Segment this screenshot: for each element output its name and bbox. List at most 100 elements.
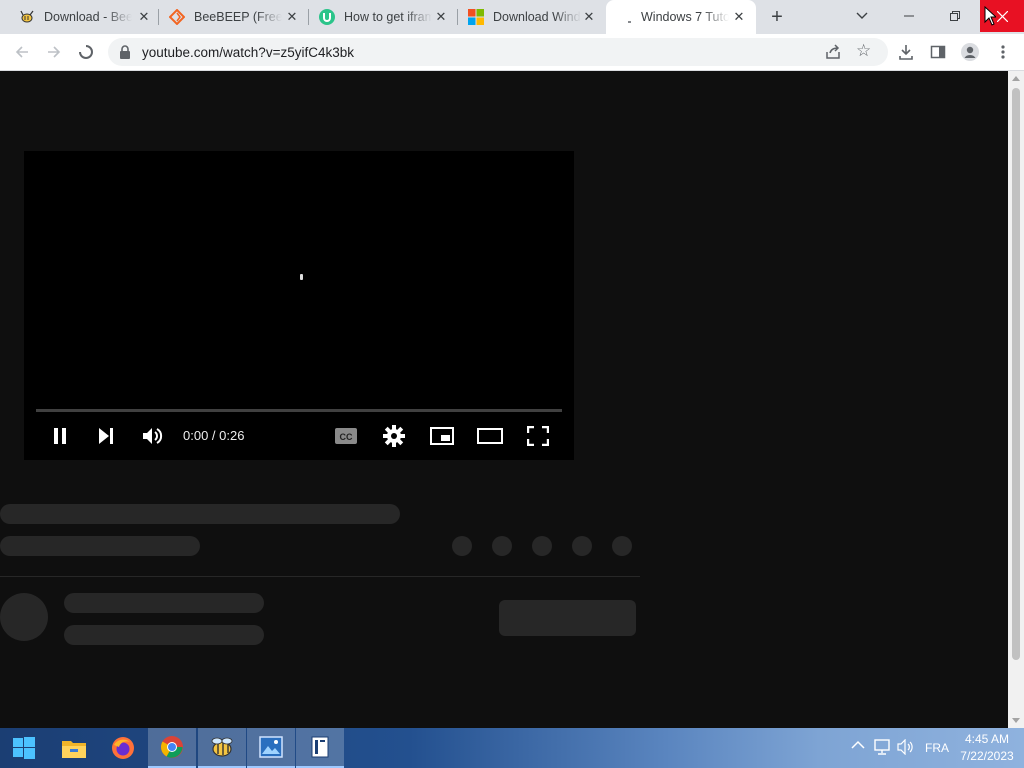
stop-loading-button[interactable] — [76, 42, 96, 62]
subtitles-button[interactable]: CC — [332, 423, 360, 449]
volume-icon — [143, 428, 163, 444]
settings-gear-icon — [383, 425, 405, 447]
tab-search-button[interactable] — [840, 0, 884, 32]
restore-button[interactable] — [933, 0, 977, 32]
file-explorer-icon — [62, 741, 86, 758]
page-content: 0:00 / 0:26 CC — [0, 71, 1008, 728]
clock-time[interactable]: 4:45 AM — [955, 732, 1019, 746]
network-tray-icon[interactable] — [873, 739, 891, 758]
divider — [0, 576, 640, 577]
next-icon — [99, 428, 113, 444]
minimize-button[interactable] — [887, 0, 931, 32]
app-window-icon — [311, 736, 329, 758]
u-favicon-icon — [319, 9, 335, 25]
scrollbar[interactable] — [1008, 71, 1024, 728]
scrollbar-thumb[interactable] — [1012, 88, 1020, 660]
input-language[interactable]: FRA — [922, 741, 952, 755]
close-tab-icon[interactable]: ✕ — [433, 9, 449, 25]
title-skeleton — [0, 504, 400, 524]
beebeep-app-icon — [211, 737, 233, 757]
tab-title: Download - BeeBEEP — [44, 10, 132, 24]
subscribe-skeleton — [499, 600, 636, 636]
close-tab-icon[interactable]: ✕ — [731, 9, 747, 25]
share-icon[interactable] — [824, 43, 842, 61]
channel-name-skeleton — [64, 593, 264, 613]
scroll-up-arrow-icon[interactable] — [1012, 76, 1020, 81]
meta-skeleton — [0, 536, 200, 556]
action-skeleton — [572, 536, 592, 556]
scroll-down-arrow-icon[interactable] — [1012, 718, 1020, 723]
side-panel-button[interactable] — [928, 42, 948, 62]
miniplayer-button[interactable] — [428, 423, 456, 449]
tab-title: BeeBEEP (Free Office — [194, 10, 282, 24]
taskbar-chrome[interactable] — [148, 728, 196, 768]
tab-how-to-get-iframe[interactable]: How to get iframe ✕ — [300, 0, 458, 34]
network-icon — [874, 739, 890, 755]
tab-title: Windows 7 Tutorial — [641, 10, 729, 24]
image-viewer-icon — [259, 736, 283, 758]
action-skeleton — [492, 536, 512, 556]
speaker-icon — [897, 738, 913, 756]
subscribers-skeleton — [64, 625, 264, 645]
lock-icon — [120, 45, 130, 59]
forward-button[interactable] — [44, 42, 64, 62]
back-arrow-icon — [15, 46, 28, 58]
browser-toolbar: youtube.com/watch?v=z5yifC4k3bk ☆ — [0, 34, 1024, 71]
loading-indicator — [300, 274, 303, 280]
chevron-up-icon — [851, 740, 865, 749]
side-panel-icon — [930, 45, 946, 59]
fullscreen-button[interactable] — [524, 423, 552, 449]
bookmark-star-icon[interactable]: ☆ — [856, 41, 871, 61]
channel-avatar-skeleton — [0, 593, 48, 641]
loading-spinner-icon — [79, 45, 93, 59]
tab-strip: Download - BeeBEEP ✕ BeeBEEP (Free Offic… — [0, 0, 1024, 34]
chrome-icon — [161, 736, 183, 758]
taskbar-beebeep[interactable] — [198, 728, 246, 768]
tab-windows-7-tutorial[interactable]: Windows 7 Tutorial ✕ — [606, 0, 756, 34]
tab-download-windows[interactable]: Download Windows ✕ — [449, 0, 607, 34]
clock-date[interactable]: 7/22/2023 — [955, 749, 1019, 763]
chevron-down-icon — [856, 12, 868, 19]
theater-mode-button[interactable] — [476, 423, 504, 449]
taskbar-image-viewer[interactable] — [247, 728, 295, 768]
downloads-button[interactable] — [896, 42, 916, 62]
restore-icon — [950, 11, 960, 21]
kebab-menu-icon — [1001, 45, 1005, 59]
volume-tray-icon[interactable] — [897, 738, 915, 758]
taskbar-file-explorer[interactable] — [50, 728, 98, 768]
taskbar-firefox[interactable] — [99, 728, 147, 768]
beebeep-favicon-icon — [20, 10, 34, 23]
tab-download-beebeep[interactable]: Download - BeeBEEP ✕ — [0, 0, 158, 34]
pause-button[interactable] — [48, 423, 72, 449]
menu-button[interactable] — [993, 42, 1013, 62]
action-skeleton — [532, 536, 552, 556]
tray-overflow-icon[interactable] — [850, 739, 866, 753]
address-bar[interactable]: youtube.com/watch?v=z5yifC4k3bk ☆ — [108, 38, 888, 66]
close-tab-icon[interactable]: ✕ — [581, 9, 597, 25]
taskbar-app-window[interactable] — [296, 728, 344, 768]
tab-title: How to get iframe — [344, 10, 432, 24]
close-tab-icon[interactable]: ✕ — [284, 9, 300, 25]
settings-button[interactable] — [380, 423, 408, 449]
mouse-cursor-icon — [984, 6, 996, 26]
progress-bar[interactable] — [36, 409, 562, 412]
svg-text:CC: CC — [340, 432, 353, 442]
tab-beebeep-sourceforge[interactable]: BeeBEEP (Free Office ✕ — [150, 0, 308, 34]
start-icon — [13, 737, 35, 759]
start-button[interactable] — [0, 728, 48, 768]
new-tab-button[interactable]: + — [767, 7, 787, 27]
time-display: 0:00 / 0:26 — [183, 428, 245, 443]
video-player[interactable]: 0:00 / 0:26 CC — [24, 151, 574, 460]
profile-button[interactable] — [960, 42, 980, 62]
avatar-icon — [961, 43, 979, 61]
fullscreen-icon — [527, 426, 549, 446]
forward-arrow-icon — [48, 46, 61, 58]
tab-title: Download Windows — [493, 10, 581, 24]
captions-icon: CC — [335, 428, 357, 444]
next-button[interactable] — [94, 423, 118, 449]
pause-icon — [54, 428, 66, 444]
download-icon — [899, 45, 913, 60]
back-button[interactable] — [12, 42, 32, 62]
minimize-icon — [904, 15, 914, 17]
mute-button[interactable] — [140, 423, 166, 449]
